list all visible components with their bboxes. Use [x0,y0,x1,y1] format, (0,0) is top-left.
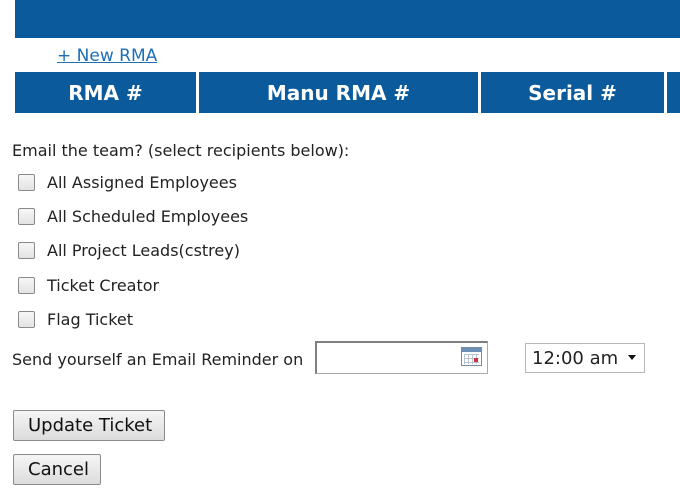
recipient-flag-ticket[interactable]: Flag Ticket [18,310,133,329]
recipient-all-assigned[interactable]: All Assigned Employees [18,173,237,192]
rma-table-header: RMA # Manu RMA # Serial # [15,72,680,113]
cancel-button[interactable]: Cancel [13,454,101,485]
checkbox-all-project-leads[interactable] [18,242,35,259]
checkbox-all-assigned[interactable] [18,174,35,191]
checkbox-flag-ticket[interactable] [18,311,35,328]
recipient-label: All Assigned Employees [47,173,237,192]
reminder-time-select[interactable]: 12:00 am [525,343,645,373]
time-select-value: 12:00 am [532,347,619,369]
email-team-prompt: Email the team? (select recipients below… [12,141,350,160]
chevron-down-icon [628,355,636,360]
calendar-selected-day [474,358,478,362]
checkbox-ticket-creator[interactable] [18,277,35,294]
column-header-rma[interactable]: RMA # [15,72,199,113]
recipient-ticket-creator[interactable]: Ticket Creator [18,276,159,295]
update-ticket-button[interactable]: Update Ticket [13,410,165,441]
calendar-icon[interactable] [461,347,482,366]
recipient-all-project-leads[interactable]: All Project Leads(cstrey) [18,241,240,260]
column-header-manu-rma[interactable]: Manu RMA # [199,72,481,113]
checkbox-all-scheduled[interactable] [18,208,35,225]
recipient-label: Ticket Creator [47,276,160,295]
recipient-label: All Project Leads(cstrey) [47,241,240,260]
new-rma-link[interactable]: + New RMA [57,46,157,66]
recipient-label: All Scheduled Employees [47,207,249,226]
column-header-serial[interactable]: Serial # [481,72,667,113]
recipient-label: Flag Ticket [47,310,134,329]
column-header-overflow [667,72,680,113]
calendar-header [462,348,481,352]
top-banner [15,0,680,38]
reminder-label: Send yourself an Email Reminder on [12,350,304,369]
recipient-all-scheduled[interactable]: All Scheduled Employees [18,207,248,226]
